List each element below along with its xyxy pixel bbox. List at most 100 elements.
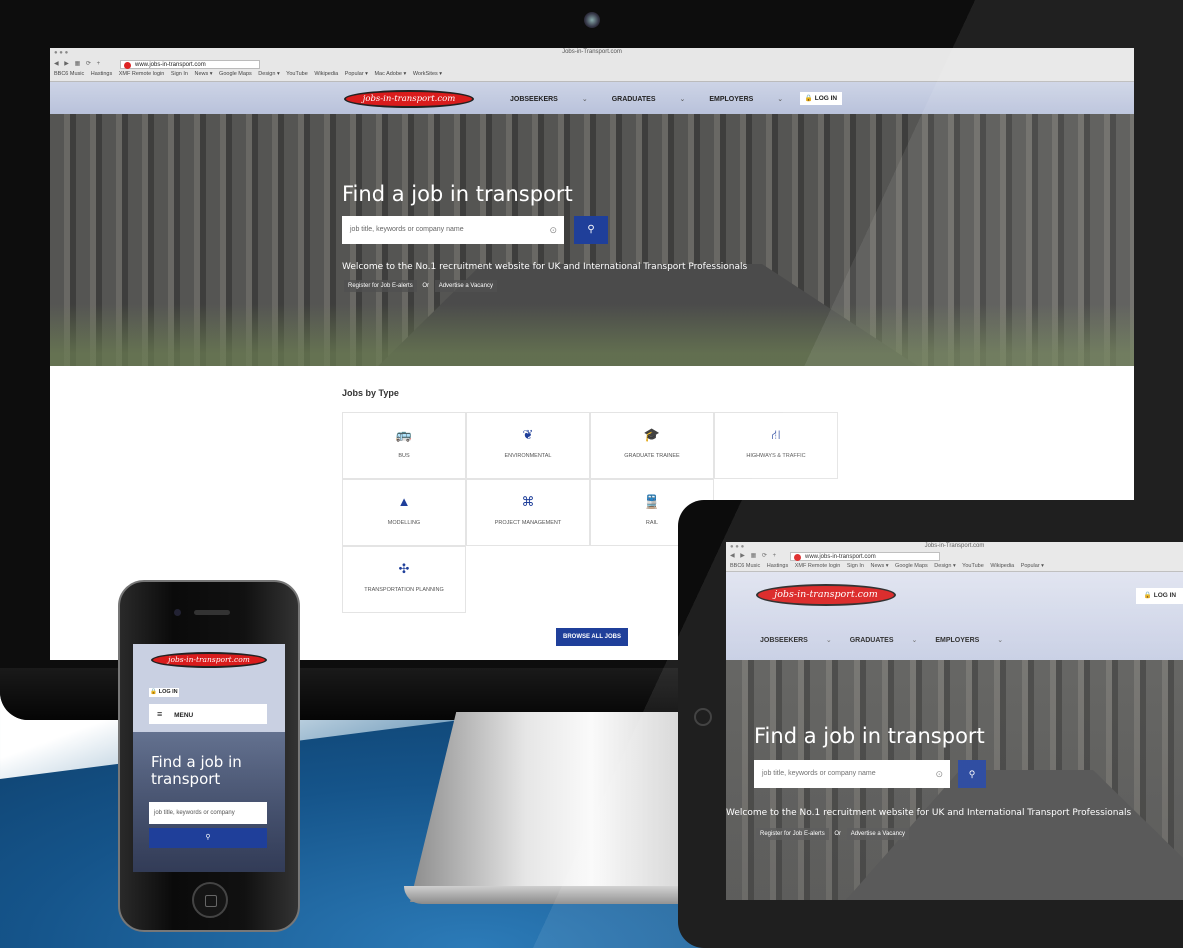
bookmark-item[interactable]: Wikipedia	[990, 563, 1014, 569]
site-favicon-icon	[124, 62, 131, 69]
bookmark-item[interactable]: BBC6 Music	[730, 563, 760, 569]
menu-label: MENU	[174, 712, 194, 719]
hero-title: Find a job in transport	[754, 724, 985, 748]
browser-nav-buttons[interactable]: ◀ ▶ ▦ ⟳ +	[730, 552, 778, 559]
search-button[interactable]: ⚲	[149, 828, 267, 848]
phone-home-button[interactable]	[192, 882, 228, 918]
search-button[interactable]: ⚲	[574, 216, 608, 244]
bookmark-item[interactable]: Popular ▾	[1021, 563, 1044, 569]
job-type-modelling[interactable]: ▲ MODELLING	[342, 479, 466, 546]
nav-jobseekers[interactable]: JOBSEEKERS ⌄	[760, 637, 832, 644]
address-bar[interactable]: www.jobs-in-transport.com	[120, 60, 260, 69]
tablet-home-button[interactable]	[694, 708, 712, 726]
bookmark-item[interactable]: Mac Adobe ▾	[374, 71, 406, 77]
sitemap-icon: ⌘	[521, 494, 535, 509]
job-type-transportation-planning[interactable]: ✣ TRANSPORTATION PLANNING	[342, 546, 466, 613]
nav-label: EMPLOYERS	[709, 96, 754, 103]
job-type-environmental[interactable]: ❦ ENVIRONMENTAL	[466, 412, 590, 479]
browser-nav-buttons[interactable]: ◀ ▶ ▦ ⟳ +	[54, 60, 102, 67]
job-type-highways-traffic[interactable]: ⛙ HIGHWAYS & TRAFFIC	[714, 412, 838, 479]
magnifier-icon: ⚲	[587, 224, 595, 235]
job-type-bus[interactable]: 🚌 BUS	[342, 412, 466, 479]
magnifier-icon: ⚲	[205, 834, 211, 841]
address-text: www.jobs-in-transport.com	[135, 62, 206, 68]
nav-label: JOBSEEKERS	[760, 637, 808, 644]
search-input[interactable]: job title, keywords or company name ⊙	[342, 216, 564, 244]
bookmark-item[interactable]: YouTube	[286, 71, 308, 77]
chevron-down-icon: ⌄	[679, 96, 686, 103]
nav-employers[interactable]: EMPLOYERS ⌄	[935, 637, 1003, 644]
bookmark-item[interactable]: Popular ▾	[345, 71, 368, 77]
clock-icon: ⊙	[549, 225, 557, 235]
main-nav: JOBSEEKERS ⌄ GRADUATES ⌄ EMPLOYERS ⌄	[510, 95, 805, 103]
bookmark-item[interactable]: XMF Remote login	[795, 563, 841, 569]
hero-title: Find a job in transport	[342, 182, 573, 206]
job-type-project-management[interactable]: ⌘ PROJECT MANAGEMENT	[466, 479, 590, 546]
tablet-screen: Jobs-in-Transport.com ● ● ● ◀ ▶ ▦ ⟳ + ww…	[726, 542, 1183, 900]
search-button[interactable]: ⚲	[958, 760, 986, 788]
site-logo[interactable]: jobs-in-transport.com	[756, 584, 896, 606]
tablet-browser-chrome: Jobs-in-Transport.com ● ● ● ◀ ▶ ▦ ⟳ + ww…	[726, 542, 1183, 572]
bus-icon: 🚌	[395, 427, 413, 442]
bookmark-item[interactable]: YouTube	[962, 563, 984, 569]
nav-employers[interactable]: EMPLOYERS ⌄	[709, 96, 783, 103]
bookmark-item[interactable]: Hastings	[91, 71, 112, 77]
register-alerts-link[interactable]: Register for Job E-alerts	[344, 280, 417, 292]
login-button[interactable]: 🔒 LOG IN	[800, 92, 842, 105]
site-logo[interactable]: jobs-in-transport.com	[344, 90, 474, 108]
bookmark-item[interactable]: BBC6 Music	[54, 71, 84, 77]
site-logo[interactable]: jobs-in-transport.com	[151, 652, 267, 668]
browse-all-jobs-button[interactable]: BROWSE ALL JOBS	[556, 628, 628, 646]
nav-label: JOBSEEKERS	[510, 96, 558, 103]
chevron-down-icon: ⌄	[911, 637, 918, 644]
nav-graduates[interactable]: GRADUATES ⌄	[612, 96, 686, 103]
bookmarks-bar: BBC6 Music Hastings XMF Remote login Sig…	[54, 71, 447, 77]
login-button[interactable]: 🔒 LOG IN	[1136, 588, 1183, 604]
site-favicon-icon	[794, 554, 801, 561]
bookmark-item[interactable]: Design ▾	[934, 563, 955, 569]
advertise-vacancy-link[interactable]: Advertise a Vacancy	[846, 828, 909, 840]
menu-button[interactable]: ≡ MENU	[149, 704, 267, 724]
address-bar[interactable]: www.jobs-in-transport.com	[790, 552, 940, 561]
camera-icon	[584, 12, 600, 28]
phone-device: jobs-in-transport.com 🔒 LOG IN ≡ MENU Fi…	[118, 580, 300, 932]
bookmark-item[interactable]: Design ▾	[258, 71, 279, 77]
browser-chrome: ● ● ● Jobs-in-Transport.com ◀ ▶ ▦ ⟳ + ww…	[50, 48, 1134, 82]
hero-title: Find a job in transport	[151, 753, 242, 788]
login-button[interactable]: 🔒 LOG IN	[149, 688, 179, 697]
nav-jobseekers[interactable]: JOBSEEKERS ⌄	[510, 96, 588, 103]
window-controls[interactable]: ● ● ●	[730, 544, 744, 550]
address-text: www.jobs-in-transport.com	[805, 554, 876, 560]
bookmark-item[interactable]: News ▾	[194, 71, 212, 77]
search-input[interactable]: job title, keywords or company	[149, 802, 267, 824]
bookmark-item[interactable]: Google Maps	[895, 563, 928, 569]
nav-graduates[interactable]: GRADUATES ⌄	[850, 637, 918, 644]
search-input[interactable]: job title, keywords or company name ⊙	[754, 760, 950, 788]
job-type-label: PROJECT MANAGEMENT	[494, 520, 562, 526]
hero-links: Register for Job E-alerts Or Advertise a…	[756, 828, 909, 840]
register-alerts-link[interactable]: Register for Job E-alerts	[756, 828, 829, 840]
bookmark-item[interactable]: Sign In	[847, 563, 864, 569]
nav-label: GRADUATES	[849, 637, 894, 644]
tablet-device: Jobs-in-Transport.com ● ● ● ◀ ▶ ▦ ⟳ + ww…	[678, 500, 1183, 948]
bookmark-item[interactable]: XMF Remote login	[119, 71, 165, 77]
job-type-label: HIGHWAYS & TRAFFIC	[746, 453, 806, 459]
search-placeholder: job title, keywords or company name	[350, 226, 464, 233]
advertise-vacancy-link[interactable]: Advertise a Vacancy	[434, 280, 497, 292]
nav-label: GRADUATES	[611, 96, 656, 103]
hero-grass-image	[50, 304, 1134, 366]
bookmark-item[interactable]: Google Maps	[219, 71, 252, 77]
signpost-icon: ✣	[398, 561, 410, 576]
job-type-graduate-trainee[interactable]: 🎓 GRADUATE TRAINEE	[590, 412, 714, 479]
bookmark-item[interactable]: Wikipedia	[314, 71, 338, 77]
bookmark-item[interactable]: WorkSites ▾	[413, 71, 442, 77]
hamburger-icon: ≡	[157, 709, 163, 719]
welcome-text: Welcome to the No.1 recruitment website …	[342, 262, 748, 272]
job-type-label: ENVIRONMENTAL	[504, 453, 552, 459]
phone-speaker	[194, 610, 230, 615]
bookmark-item[interactable]: News ▾	[870, 563, 888, 569]
job-type-label: BUS	[398, 453, 410, 459]
bookmark-item[interactable]: Hastings	[767, 563, 788, 569]
bookmark-item[interactable]: Sign In	[171, 71, 188, 77]
graduation-cap-icon: 🎓	[643, 427, 661, 442]
